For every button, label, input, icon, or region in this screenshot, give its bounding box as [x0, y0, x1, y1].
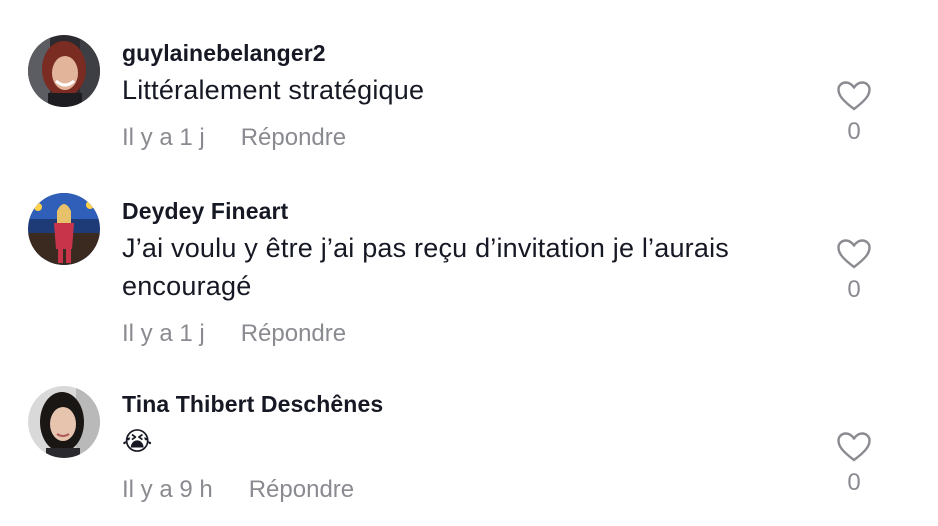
- comment-username[interactable]: Deydey Fineart: [122, 198, 288, 225]
- heart-outline-icon[interactable]: [836, 80, 872, 112]
- avatar-image: [28, 386, 100, 458]
- comment-timestamp: Il y a 1 j: [122, 320, 205, 347]
- reply-button[interactable]: Répondre: [241, 124, 346, 152]
- comment-meta: Il y a 9 h Répondre: [122, 476, 354, 504]
- comment-text: 😭: [122, 426, 153, 456]
- comment-username[interactable]: guylainebelanger2: [122, 40, 326, 67]
- like-count: 0: [847, 469, 861, 496]
- heart-outline-icon[interactable]: [836, 431, 872, 463]
- like-count: 0: [847, 276, 861, 303]
- heart-outline-icon[interactable]: [836, 238, 872, 270]
- comment-timestamp: Il y a 9 h: [122, 476, 213, 503]
- avatar-image: [28, 35, 100, 107]
- avatar-image: [28, 193, 100, 265]
- avatar[interactable]: [28, 35, 100, 107]
- comment-meta: Il y a 1 j Répondre: [122, 320, 346, 348]
- like-count: 0: [847, 118, 861, 145]
- like-control: 0: [834, 431, 874, 497]
- comment-text: Littéralement stratégique: [122, 75, 425, 105]
- reply-button[interactable]: Répondre: [249, 476, 354, 504]
- like-control: 0: [834, 80, 874, 146]
- comment-text: J’ai voulu y être j’ai pas reçu d’invita…: [122, 233, 729, 301]
- comment-username[interactable]: Tina Thibert Deschênes: [122, 391, 383, 418]
- like-control: 0: [834, 238, 874, 304]
- comment-meta: Il y a 1 j Répondre: [122, 124, 346, 152]
- avatar[interactable]: [28, 386, 100, 458]
- comment-timestamp: Il y a 1 j: [122, 124, 205, 151]
- reply-button[interactable]: Répondre: [241, 320, 346, 348]
- avatar[interactable]: [28, 193, 100, 265]
